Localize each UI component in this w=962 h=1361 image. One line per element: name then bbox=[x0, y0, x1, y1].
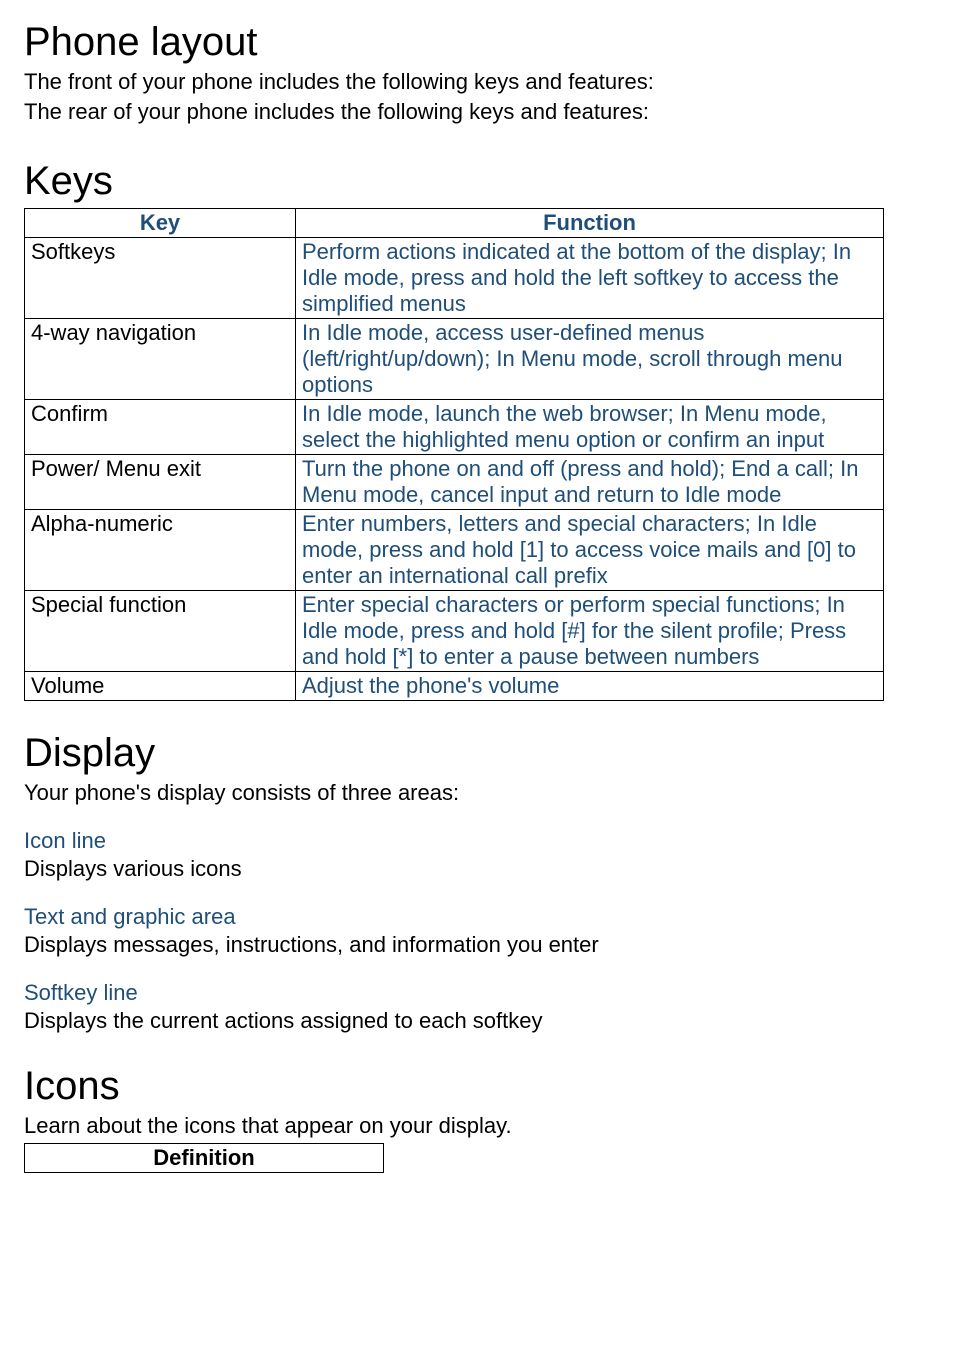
table-row: 4-way navigation In Idle mode, access us… bbox=[25, 319, 884, 400]
icons-intro: Learn about the icons that appear on you… bbox=[24, 1113, 938, 1139]
definition-table: Definition bbox=[24, 1143, 384, 1173]
definition-header-row: Definition bbox=[25, 1144, 384, 1173]
table-row: Volume Adjust the phone's volume bbox=[25, 672, 884, 701]
phone-layout-heading: Phone layout bbox=[24, 20, 938, 65]
key-function: In Idle mode, access user-defined menus … bbox=[296, 319, 884, 400]
key-function: Perform actions indicated at the bottom … bbox=[296, 238, 884, 319]
display-area-desc: Displays various icons bbox=[24, 856, 938, 882]
key-name: 4-way navigation bbox=[25, 319, 296, 400]
key-function: Turn the phone on and off (press and hol… bbox=[296, 455, 884, 510]
phone-layout-front-text: The front of your phone includes the fol… bbox=[24, 69, 938, 95]
key-name: Power/ Menu exit bbox=[25, 455, 296, 510]
key-function: In Idle mode, launch the web browser; In… bbox=[296, 400, 884, 455]
display-area-block: Icon line Displays various icons bbox=[24, 828, 938, 882]
display-area-title: Text and graphic area bbox=[24, 904, 938, 930]
keys-header-key: Key bbox=[25, 209, 296, 238]
table-row: Confirm In Idle mode, launch the web bro… bbox=[25, 400, 884, 455]
display-area-block: Softkey line Displays the current action… bbox=[24, 980, 938, 1034]
phone-layout-rear-text: The rear of your phone includes the foll… bbox=[24, 99, 938, 125]
keys-heading: Keys bbox=[24, 159, 938, 204]
keys-header-function: Function bbox=[296, 209, 884, 238]
display-intro: Your phone's display consists of three a… bbox=[24, 780, 938, 806]
key-function: Enter numbers, letters and special chara… bbox=[296, 510, 884, 591]
table-row: Power/ Menu exit Turn the phone on and o… bbox=[25, 455, 884, 510]
key-name: Softkeys bbox=[25, 238, 296, 319]
display-heading: Display bbox=[24, 731, 938, 776]
table-row: Softkeys Perform actions indicated at th… bbox=[25, 238, 884, 319]
icons-heading: Icons bbox=[24, 1064, 938, 1109]
key-name: Volume bbox=[25, 672, 296, 701]
display-area-desc: Displays the current actions assigned to… bbox=[24, 1008, 938, 1034]
display-area-title: Softkey line bbox=[24, 980, 938, 1006]
keys-table: Key Function Softkeys Perform actions in… bbox=[24, 208, 884, 701]
key-function: Adjust the phone's volume bbox=[296, 672, 884, 701]
definition-header: Definition bbox=[25, 1144, 384, 1173]
key-name: Alpha-numeric bbox=[25, 510, 296, 591]
keys-table-header-row: Key Function bbox=[25, 209, 884, 238]
display-area-desc: Displays messages, instructions, and inf… bbox=[24, 932, 938, 958]
table-row: Alpha-numeric Enter numbers, letters and… bbox=[25, 510, 884, 591]
display-area-block: Text and graphic area Displays messages,… bbox=[24, 904, 938, 958]
table-row: Special function Enter special character… bbox=[25, 591, 884, 672]
key-function: Enter special characters or perform spec… bbox=[296, 591, 884, 672]
key-name: Special function bbox=[25, 591, 296, 672]
display-area-title: Icon line bbox=[24, 828, 938, 854]
key-name: Confirm bbox=[25, 400, 296, 455]
